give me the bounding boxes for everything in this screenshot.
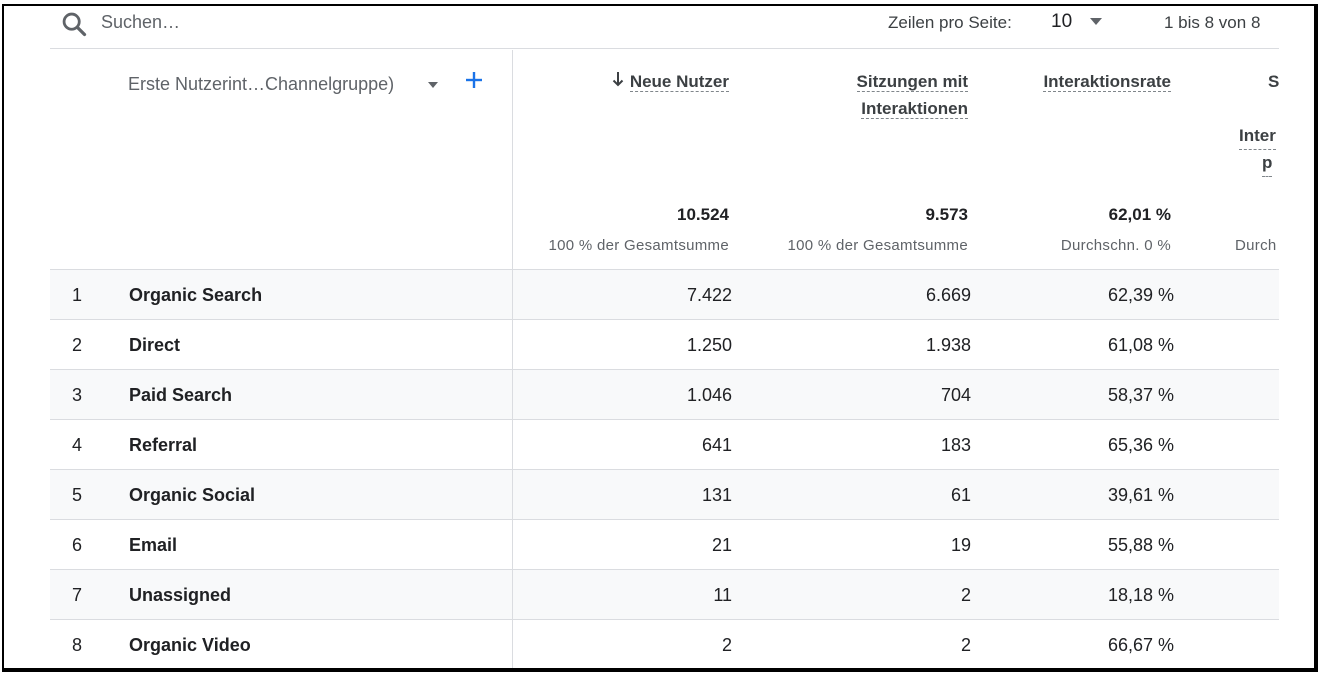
cell-interaktionsrate: 55,88 % <box>1107 535 1174 555</box>
table-row[interactable]: 2 Direct 1.250 1.938 61,08 % <box>50 319 1279 369</box>
caret-down-icon[interactable] <box>428 82 438 88</box>
cell-interaktionsrate: 66,67 % <box>1107 635 1174 655</box>
column-header-label: Interaktionen <box>861 99 968 119</box>
column-header-sitzungen[interactable]: Sitzungen mit Interaktionen <box>774 68 968 122</box>
cell-interaktionsrate: 61,08 % <box>1107 335 1174 355</box>
report-table: Suchen… Zeilen pro Seite: 10 1 bis 8 von… <box>4 6 1279 668</box>
table-row[interactable]: 4 Referral 641 183 65,36 % <box>50 419 1279 469</box>
cell-sitzungen: 19 <box>950 535 971 555</box>
cell-neue-nutzer: 2 <box>721 635 732 655</box>
row-channel-name: Organic Video <box>129 635 251 655</box>
cell-sitzungen: 183 <box>940 435 971 455</box>
total-subtext: 100 % der Gesamtsumme <box>548 237 729 254</box>
row-index: 2 <box>72 335 83 355</box>
cell-sitzungen: 704 <box>940 385 971 405</box>
rows-per-page-label: Zeilen pro Seite: <box>888 13 1012 32</box>
row-channel-name: Referral <box>129 435 198 455</box>
cell-interaktionsrate: 65,36 % <box>1107 435 1174 455</box>
dimension-column-header[interactable]: Erste Nutzerint…Channelgruppe) <box>128 74 394 95</box>
row-index: 8 <box>72 635 83 655</box>
table-row[interactable]: 7 Unassigned 11 2 18,18 % <box>50 569 1279 619</box>
cell-neue-nutzer: 1.046 <box>686 385 732 405</box>
cell-neue-nutzer: 131 <box>701 485 732 505</box>
column-divider <box>512 320 513 369</box>
pagination-range: 1 bis 8 von 8 <box>1164 13 1261 32</box>
total-value: 62,01 % <box>1108 205 1171 224</box>
rows-per-page-select[interactable]: 10 <box>1051 11 1072 33</box>
table-row[interactable]: 3 Paid Search 1.046 704 58,37 % <box>50 369 1279 419</box>
caret-down-icon[interactable] <box>1090 18 1102 25</box>
column-divider <box>512 270 513 319</box>
column-header-label: S <box>1268 72 1279 91</box>
table-body: 1 Organic Search 7.422 6.669 62,39 % 2 Direct 1… <box>50 269 1279 668</box>
row-index: 7 <box>72 585 83 605</box>
column-header-label: Sitzungen mit <box>856 72 968 92</box>
column-divider <box>512 420 513 469</box>
row-index: 1 <box>72 285 83 305</box>
cell-sitzungen: 2 <box>960 635 971 655</box>
column-divider <box>512 570 513 619</box>
column-divider <box>512 370 513 419</box>
table-toolbar: Suchen… Zeilen pro Seite: 10 1 bis 8 von… <box>50 6 1279 49</box>
row-index: 6 <box>72 535 83 555</box>
table-row[interactable]: 6 Email 21 19 55,88 % <box>50 519 1279 569</box>
cell-neue-nutzer: 641 <box>701 435 732 455</box>
table-row[interactable]: 1 Organic Search 7.422 6.669 62,39 % <box>50 269 1279 319</box>
row-index: 5 <box>72 485 83 505</box>
cell-neue-nutzer: 7.422 <box>686 285 732 305</box>
column-divider <box>512 520 513 569</box>
total-value: 10.524 <box>677 205 729 224</box>
cell-interaktionsrate: 39,61 % <box>1107 485 1174 505</box>
row-channel-name: Email <box>129 535 178 555</box>
cell-interaktionsrate: 18,18 % <box>1107 585 1174 605</box>
cell-sitzungen: 61 <box>950 485 971 505</box>
total-value: 9.573 <box>925 205 968 224</box>
cell-interaktionsrate: 58,37 % <box>1107 385 1174 405</box>
arrow-down-icon <box>612 72 624 87</box>
table-row[interactable]: 5 Organic Social 131 61 39,61 % <box>50 469 1279 519</box>
row-channel-name: Paid Search <box>129 385 233 405</box>
total-subtext: Durchschn. 0 % <box>1060 237 1171 254</box>
row-channel-name: Organic Social <box>129 485 256 505</box>
row-index: 4 <box>72 435 83 455</box>
total-subtext: Durch <box>1235 237 1277 254</box>
cell-sitzungen: 2 <box>960 585 971 605</box>
column-divider <box>512 470 513 519</box>
column-header-interaktionsrate[interactable]: Interaktionsrate <box>994 68 1171 95</box>
cell-neue-nutzer: 1.250 <box>686 335 732 355</box>
column-divider <box>512 620 513 668</box>
search-icon[interactable] <box>60 10 88 38</box>
table-row[interactable]: 8 Organic Video 2 2 66,67 % <box>50 619 1279 668</box>
total-subtext: 100 % der Gesamtsumme <box>787 237 968 254</box>
row-index: 3 <box>72 385 83 405</box>
column-header-label: p <box>1262 149 1273 177</box>
column-header-label: Neue Nutzer <box>629 72 729 92</box>
cell-interaktionsrate: 62,39 % <box>1107 285 1174 305</box>
cell-neue-nutzer: 11 <box>713 585 732 605</box>
search-input[interactable]: Suchen… <box>101 12 180 33</box>
cell-sitzungen: 6.669 <box>925 285 971 305</box>
row-channel-name: Organic Search <box>129 285 263 305</box>
cell-sitzungen: 1.938 <box>925 335 971 355</box>
column-header-neue-nutzer[interactable]: Neue Nutzer <box>564 68 729 95</box>
column-header-label: Interaktionsrate <box>1043 72 1171 92</box>
row-channel-name: Direct <box>129 335 181 355</box>
column-header-label: Inter <box>1239 122 1276 150</box>
cell-neue-nutzer: 21 <box>711 535 732 555</box>
plus-icon[interactable] <box>463 69 485 91</box>
report-table-frame: Suchen… Zeilen pro Seite: 10 1 bis 8 von… <box>2 4 1318 672</box>
row-channel-name: Unassigned <box>129 585 232 605</box>
